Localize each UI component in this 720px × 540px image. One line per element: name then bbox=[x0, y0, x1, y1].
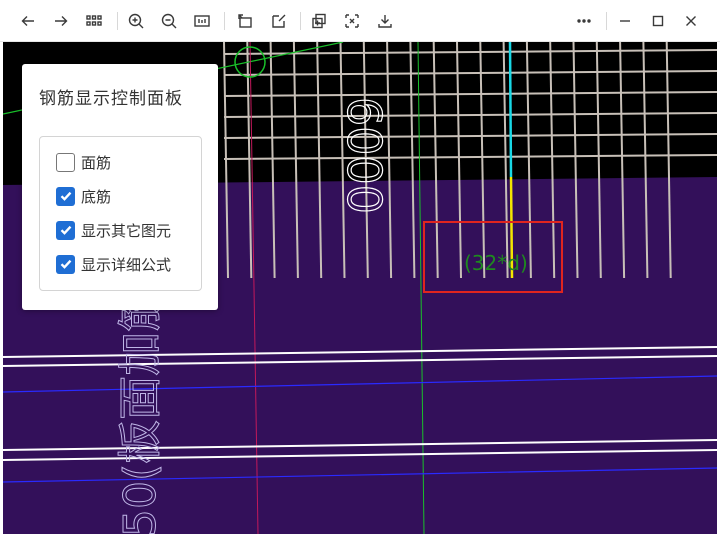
rotated-rebar-label: 50(板面加筋) bbox=[115, 271, 166, 534]
option-label: 显示其它图元 bbox=[81, 221, 172, 240]
frame-left bbox=[0, 42, 3, 540]
panel-title: 钢筋显示控制面板 bbox=[39, 89, 183, 109]
formula-icon[interactable] bbox=[339, 8, 365, 34]
option-show-detailed-formula[interactable]: 显示详细公式 bbox=[56, 253, 171, 275]
option-show-other-elements[interactable]: 显示其它图元 bbox=[56, 219, 171, 241]
close-icon[interactable] bbox=[678, 8, 704, 34]
zoom-out-icon[interactable] bbox=[156, 8, 182, 34]
import-icon[interactable] bbox=[372, 8, 398, 34]
rebar-horizontal bbox=[223, 154, 717, 160]
rebar-horizontal bbox=[223, 112, 717, 118]
checkbox-show-detailed-formula[interactable] bbox=[56, 254, 75, 274]
fit-icon[interactable] bbox=[189, 8, 215, 34]
copy-icon[interactable] bbox=[306, 8, 332, 34]
rebar-horizontal bbox=[223, 91, 717, 97]
option-bottom-rebar[interactable]: 底筋 bbox=[56, 185, 111, 207]
checkbox-bottom-rebar[interactable] bbox=[56, 186, 75, 206]
checkbox-top-rebar[interactable] bbox=[56, 152, 75, 172]
back-icon[interactable] bbox=[15, 8, 41, 34]
zoom-in-icon[interactable] bbox=[123, 8, 149, 34]
rebar-annotation: (32*d) bbox=[464, 251, 528, 275]
minimize-icon[interactable] bbox=[612, 8, 638, 34]
edit-icon[interactable] bbox=[266, 8, 292, 34]
maximize-icon[interactable] bbox=[645, 8, 671, 34]
forward-icon[interactable] bbox=[48, 8, 74, 34]
option-label: 底筋 bbox=[81, 187, 112, 206]
bottom-edge bbox=[0, 534, 720, 540]
panel-options-box: 面筋 底筋 显示其它图元 显示详细公式 bbox=[39, 136, 202, 291]
grid-icon[interactable] bbox=[81, 8, 107, 34]
option-label: 面筋 bbox=[81, 153, 112, 172]
rebar-horizontal bbox=[223, 133, 717, 139]
selected-rebar-cyan bbox=[508, 42, 513, 178]
rebar-display-control-panel: 钢筋显示控制面板 面筋 底筋 显示其它图元 显示详细公式 bbox=[22, 64, 218, 310]
option-label: 显示详细公式 bbox=[81, 255, 172, 274]
checkbox-show-other-elements[interactable] bbox=[56, 220, 75, 240]
more-icon[interactable] bbox=[571, 8, 597, 34]
dimension-label: 6000 bbox=[337, 97, 391, 214]
rotate-icon[interactable] bbox=[232, 8, 258, 34]
toolbar bbox=[0, 0, 720, 42]
option-top-rebar[interactable]: 面筋 bbox=[56, 151, 111, 173]
